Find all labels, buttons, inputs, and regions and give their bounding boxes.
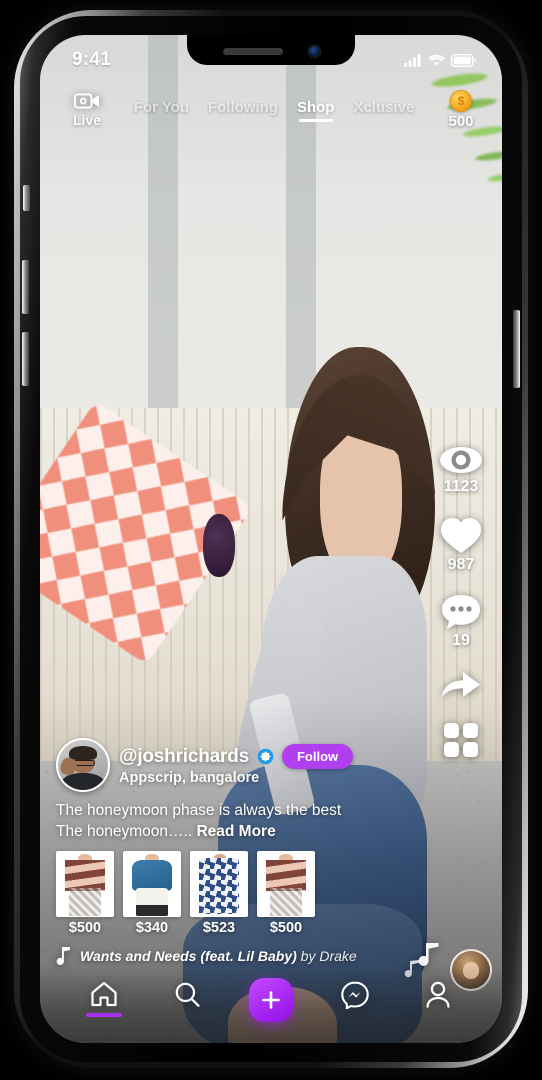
read-more-link[interactable]: Read More xyxy=(196,823,275,840)
action-rail: 1123 987 19 xyxy=(428,443,494,777)
product-art-top xyxy=(132,860,172,891)
stripe-pattern xyxy=(266,860,306,891)
tab-messages[interactable] xyxy=(327,981,383,1009)
search-icon xyxy=(175,982,200,1007)
product-price: $523 xyxy=(202,920,236,936)
plus-icon xyxy=(262,991,280,1009)
views-count: 1123 xyxy=(443,478,479,495)
user-location: Appscrip, bangalore xyxy=(119,770,260,787)
username-line: @joshrichards Follow xyxy=(119,744,354,770)
person-icon xyxy=(426,981,450,1008)
active-tab-indicator xyxy=(85,1013,122,1017)
grid-button[interactable] xyxy=(443,722,479,758)
cellular-signal-icon xyxy=(404,53,421,67)
product-price: $500 xyxy=(68,920,102,936)
live-label: Live xyxy=(72,112,101,128)
product-art-top xyxy=(65,860,105,891)
follow-button[interactable]: Follow xyxy=(281,744,354,770)
share-button[interactable] xyxy=(440,669,482,703)
stripe-pattern xyxy=(65,860,105,891)
user-row: @joshrichards Follow Appscrip, bangalore xyxy=(56,738,486,793)
post-caption: The honeymoon phase is always the best T… xyxy=(56,801,486,842)
live-camera-icon xyxy=(73,93,99,109)
status-time: 9:41 xyxy=(72,49,112,70)
coin-count: 500 xyxy=(448,113,474,130)
comment-bubble-icon xyxy=(442,595,480,630)
heart-icon xyxy=(441,518,481,553)
tab-search[interactable] xyxy=(159,981,215,1008)
home-icon xyxy=(91,981,117,1007)
coin-icon: $ xyxy=(450,90,472,112)
product-price: $340 xyxy=(135,920,169,936)
product-card[interactable]: $500 xyxy=(56,851,114,936)
tab-xclusive[interactable]: Xclusive xyxy=(353,99,414,122)
user-text-column: @joshrichards Follow Appscrip, bangalore xyxy=(119,744,354,787)
verified-badge-icon xyxy=(257,748,274,765)
product-carousel[interactable]: $500 $340 $523 $500 xyxy=(56,851,486,936)
product-card[interactable]: $340 xyxy=(123,851,181,936)
product-image xyxy=(56,851,114,917)
avatar[interactable] xyxy=(56,738,110,793)
tab-create[interactable] xyxy=(243,978,299,1022)
eye-icon xyxy=(440,447,482,473)
caption-line-1: The honeymoon phase is always the best xyxy=(56,802,342,820)
bottom-tab-bar xyxy=(40,965,502,1043)
product-art-bottom xyxy=(269,887,303,916)
product-card[interactable]: $523 xyxy=(190,851,248,936)
volume-down-button[interactable] xyxy=(22,332,29,386)
silent-switch[interactable] xyxy=(23,185,30,211)
avatar-hair xyxy=(69,746,97,761)
volume-up-button[interactable] xyxy=(22,260,29,314)
power-button[interactable] xyxy=(513,310,520,388)
product-image xyxy=(190,851,248,917)
music-artist: by Drake xyxy=(296,947,357,964)
create-post-button[interactable] xyxy=(248,978,293,1022)
floral-pattern xyxy=(199,858,239,914)
product-art-top xyxy=(266,860,306,891)
tab-following[interactable]: Following xyxy=(208,99,278,122)
music-title: Wants and Needs (feat. Lil Baby) xyxy=(80,947,297,964)
tab-home[interactable] xyxy=(76,981,132,1017)
username[interactable]: @joshrichards xyxy=(119,746,249,768)
grid-squares-icon xyxy=(444,723,478,757)
comment-button[interactable]: 19 xyxy=(440,593,482,650)
wifi-icon xyxy=(428,54,445,66)
like-count: 987 xyxy=(447,556,475,573)
earpiece-speaker xyxy=(222,47,283,55)
avatar-body xyxy=(62,773,104,791)
front-camera-icon xyxy=(308,45,320,57)
music-note-icon xyxy=(56,947,70,965)
views-button[interactable]: 1123 xyxy=(438,443,484,496)
tab-profile[interactable] xyxy=(410,981,466,1008)
product-image xyxy=(257,851,315,917)
like-button[interactable]: 987 xyxy=(439,515,483,574)
phone-screen: 9:41 Live For You Following Shop Xclusiv… xyxy=(40,35,502,1043)
product-art-bottom xyxy=(135,887,169,916)
tab-shop[interactable]: Shop xyxy=(297,99,335,122)
product-card[interactable]: $500 xyxy=(257,851,315,936)
product-art-bottom xyxy=(68,887,102,916)
product-art-top xyxy=(199,858,239,914)
comment-count: 19 xyxy=(452,632,470,649)
status-indicators xyxy=(404,53,476,67)
speckle-pattern xyxy=(269,887,303,916)
top-navigation: Live For You Following Shop Xclusive $ 5… xyxy=(40,83,502,137)
product-image xyxy=(123,851,181,917)
product-price: $500 xyxy=(269,920,303,936)
coin-balance[interactable]: $ 500 xyxy=(438,90,484,130)
tab-for-you[interactable]: For You xyxy=(134,99,189,122)
cupcake xyxy=(202,514,236,577)
notch xyxy=(187,35,355,65)
feed-tabs: For You Following Shop Xclusive xyxy=(110,99,438,122)
music-text: Wants and Needs (feat. Lil Baby) by Drak… xyxy=(80,948,357,964)
speckle-pattern xyxy=(68,887,102,916)
battery-full-icon xyxy=(451,53,476,67)
live-button[interactable]: Live xyxy=(60,92,114,128)
phone-mockup-stage: 9:41 Live For You Following Shop Xclusiv… xyxy=(0,0,542,1080)
messenger-icon xyxy=(340,981,369,1009)
share-arrow-icon xyxy=(442,672,480,697)
caption-line-2: The honeymoon….. xyxy=(56,822,193,840)
